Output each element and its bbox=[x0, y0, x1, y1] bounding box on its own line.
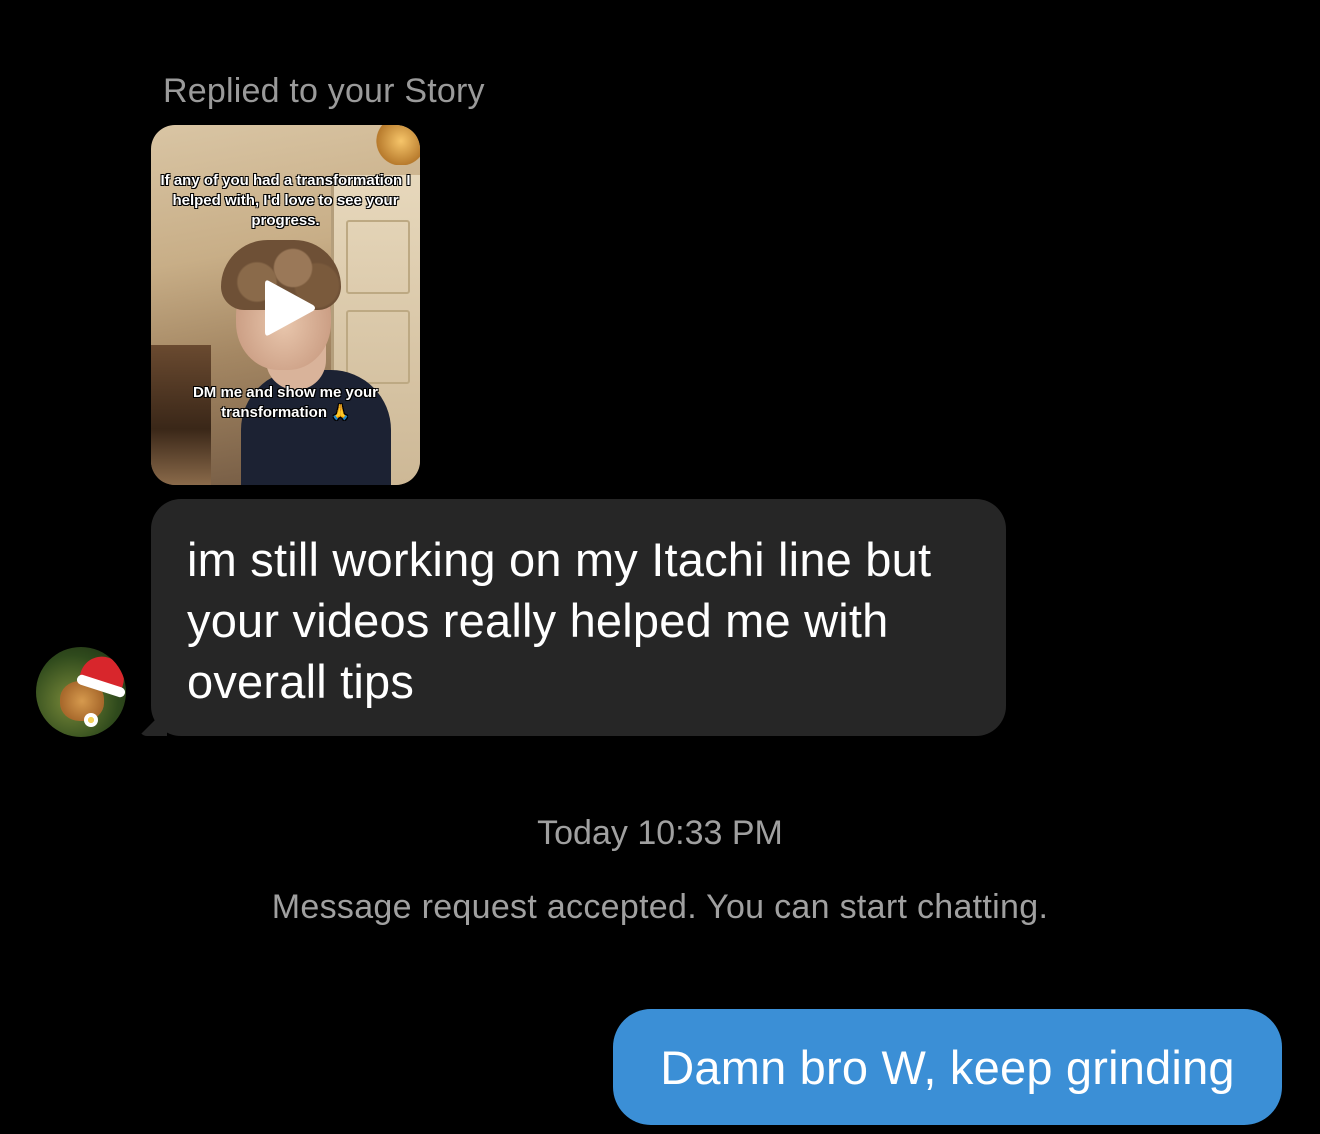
sent-message-text: Damn bro W, keep grinding bbox=[660, 1040, 1235, 1094]
story-bg-door-panel bbox=[346, 220, 410, 294]
system-message: Message request accepted. You can start … bbox=[271, 888, 1049, 926]
sender-avatar[interactable] bbox=[36, 647, 126, 737]
sent-message-bubble[interactable]: Damn bro W, keep grinding bbox=[613, 1009, 1282, 1125]
chat-thread: Replied to your Story If any of you had … bbox=[0, 0, 1320, 1134]
story-reply-label: Replied to your Story bbox=[163, 72, 485, 110]
story-bg-lamp bbox=[376, 125, 420, 165]
received-message-text: im still working on my Itachi line but y… bbox=[187, 533, 932, 708]
avatar-flower bbox=[84, 713, 98, 727]
story-caption-top: If any of you had a transformation I hel… bbox=[160, 172, 411, 229]
bubble-tail bbox=[139, 708, 167, 736]
story-caption-bottom: DM me and show me your transformation 🙏 bbox=[192, 384, 379, 421]
message-timestamp: Today 10:33 PM bbox=[537, 814, 783, 852]
play-icon[interactable] bbox=[255, 275, 321, 341]
story-thumbnail[interactable]: If any of you had a transformation I hel… bbox=[151, 125, 420, 485]
story-bg-door-panel bbox=[346, 310, 410, 384]
received-message-bubble[interactable]: im still working on my Itachi line but y… bbox=[139, 499, 1006, 736]
